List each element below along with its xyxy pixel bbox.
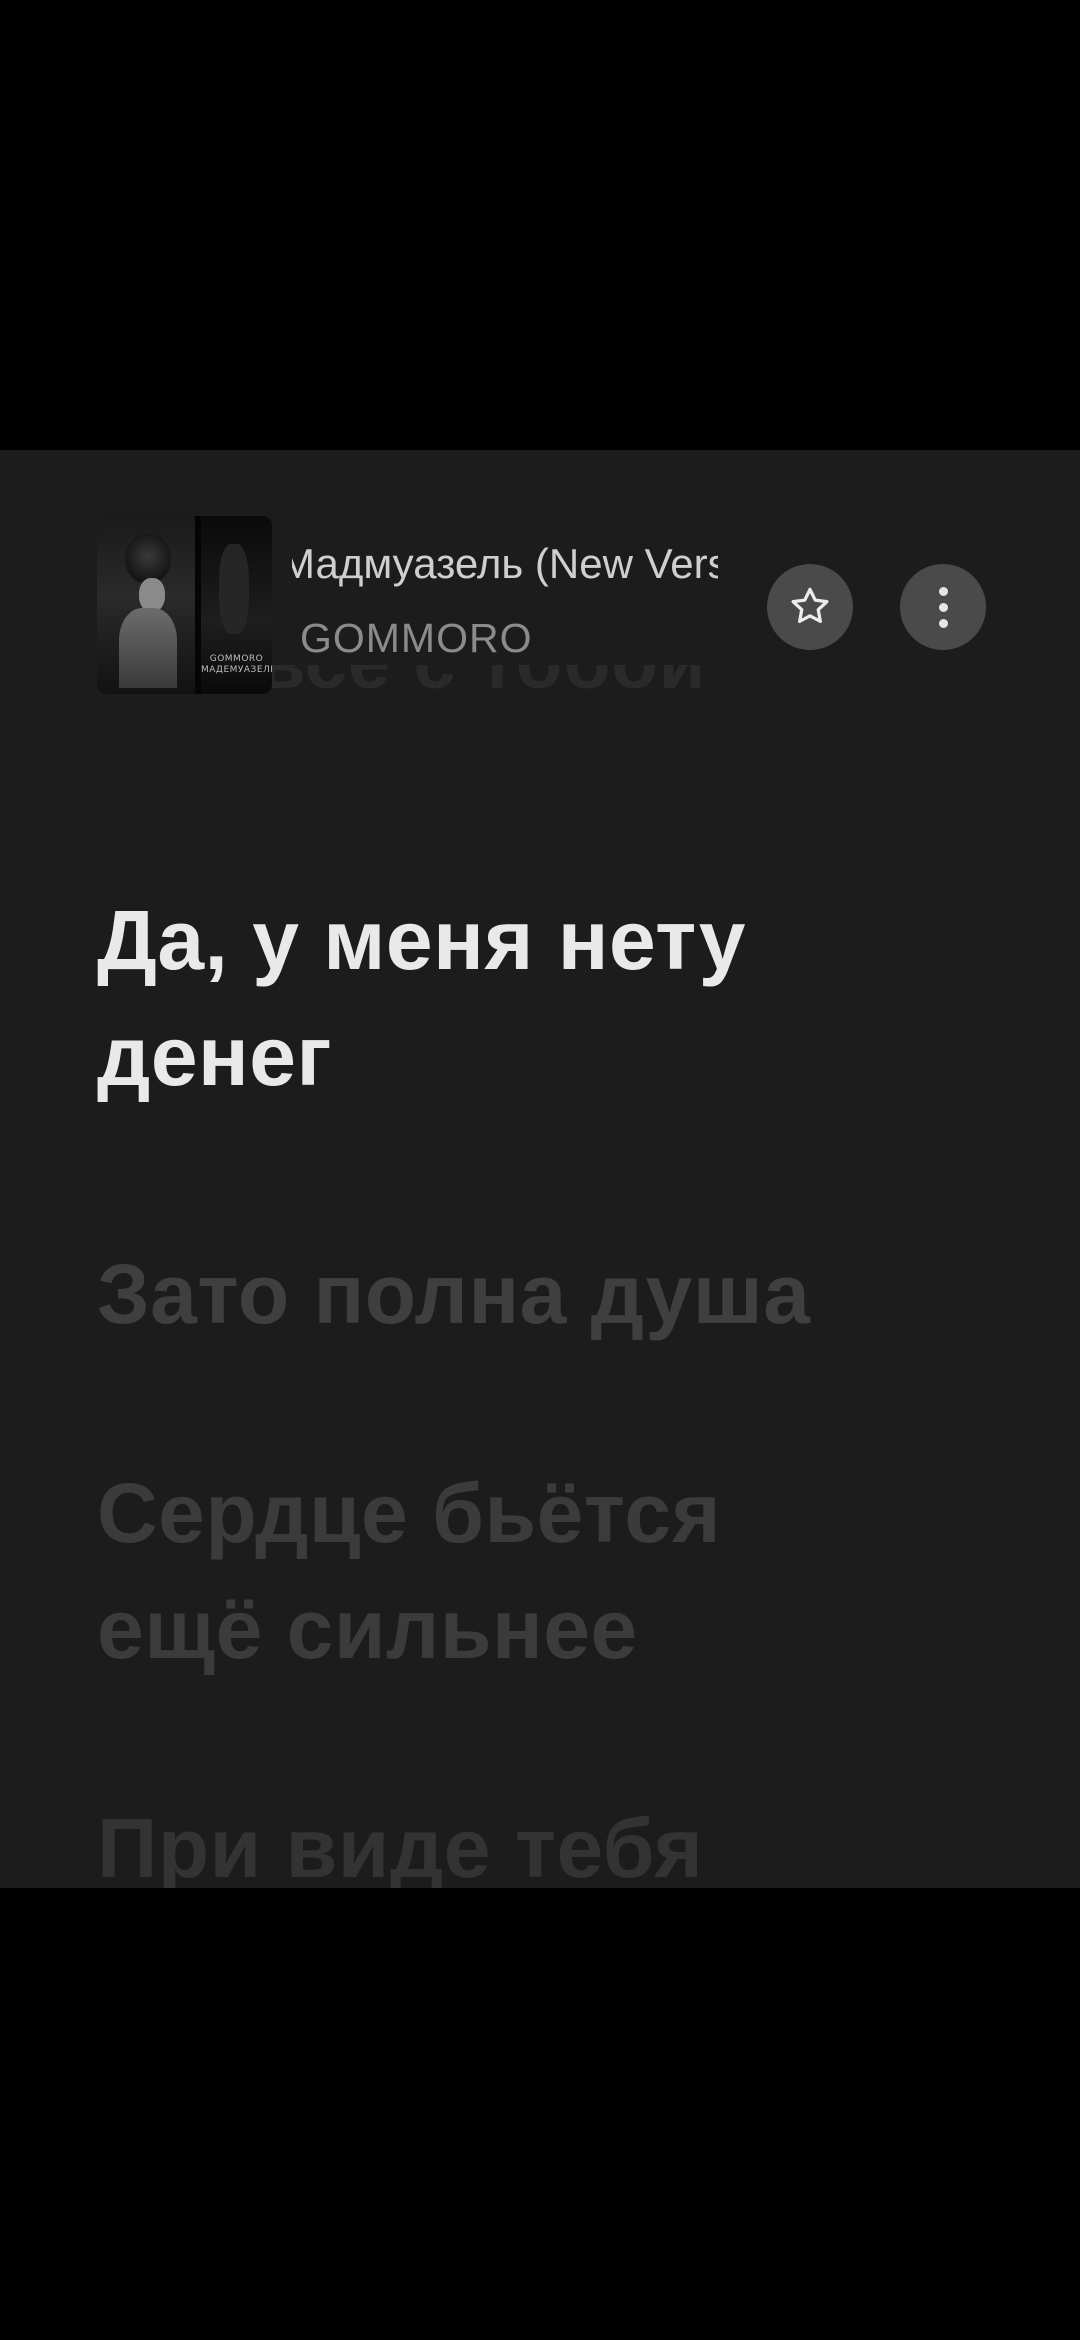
album-art-figure-face	[139, 578, 165, 612]
next-lyric-line[interactable]: При виде тебя	[97, 1790, 703, 1888]
letterbox-top	[0, 0, 1080, 450]
letterbox-bottom	[0, 1888, 1080, 2340]
favorite-button[interactable]	[767, 564, 853, 650]
album-art-label: GOMMORO МАДЕМУАЗЕЛЬ	[201, 654, 272, 675]
next-lyric-line[interactable]: Сердце бьётся ещё сильнее	[97, 1455, 897, 1687]
album-art-shadow-figure	[219, 544, 249, 634]
album-art[interactable]: GOMMORO МАДЕМУАЗЕЛЬ	[97, 516, 272, 694]
star-outline-icon	[791, 587, 829, 624]
track-title[interactable]: Мадмуазель (New Version)	[292, 540, 718, 588]
vertical-dots-icon	[938, 586, 948, 628]
more-options-button[interactable]	[900, 564, 986, 650]
lyrics-screen: Это всё с тобой GOMMORO МАДЕМУАЗЕЛЬ Мадм…	[0, 450, 1080, 1888]
album-art-figure-body	[119, 608, 177, 688]
album-art-figure-hair	[125, 534, 171, 584]
current-lyric-line[interactable]: Да, у меня нету денег	[97, 882, 997, 1114]
track-artist[interactable]: GOMMORO	[300, 615, 532, 662]
next-lyric-line[interactable]: Зато полна душа	[97, 1236, 810, 1352]
now-playing-header: GOMMORO МАДЕМУАЗЕЛЬ Мадмуазель (New Vers…	[0, 450, 1080, 694]
